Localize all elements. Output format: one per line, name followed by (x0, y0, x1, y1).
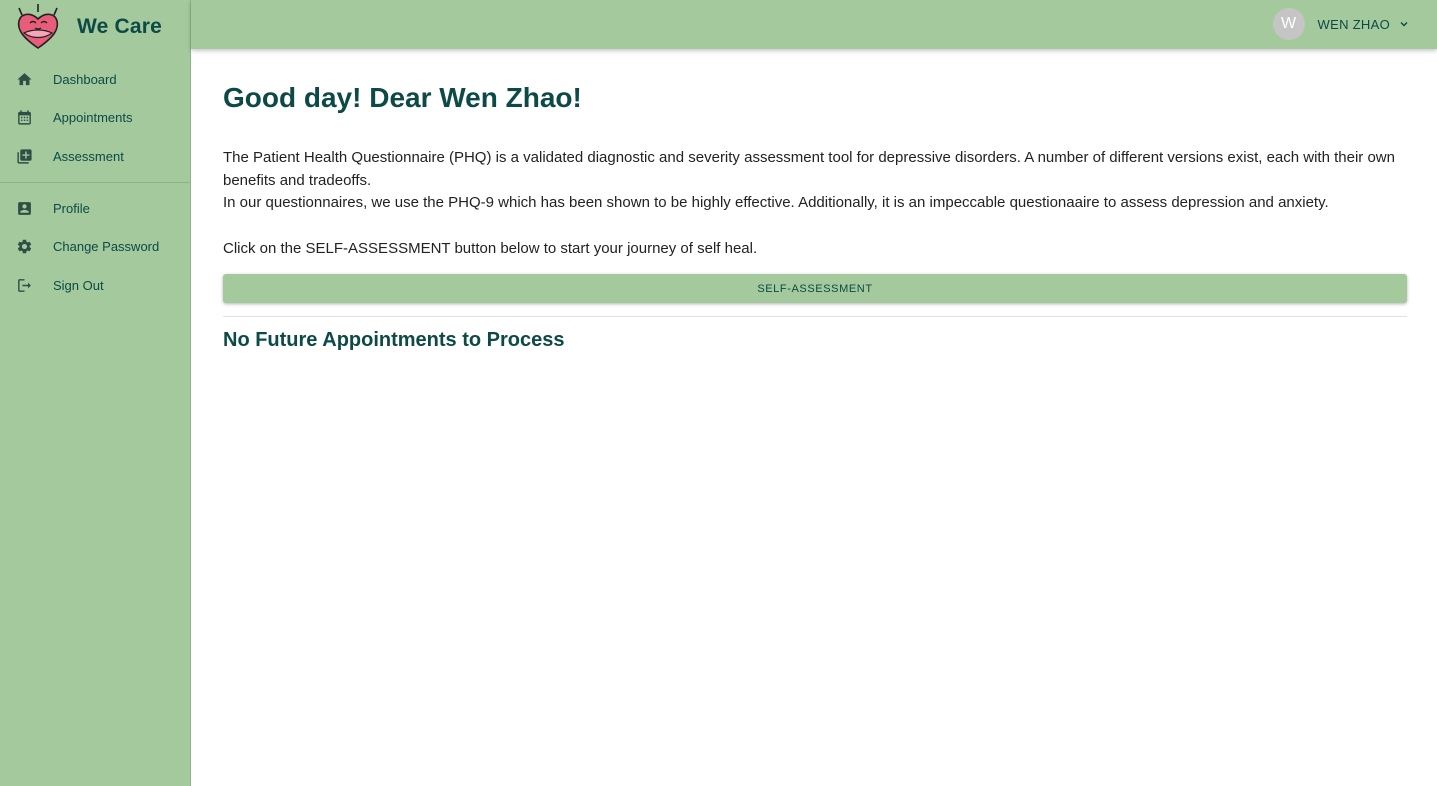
sidebar-item-assessment[interactable]: Assessment (0, 137, 190, 175)
self-assessment-button[interactable]: SELF-ASSESSMENT (223, 274, 1407, 303)
user-menu-button[interactable]: W WEN ZHAO (1272, 8, 1409, 40)
sidebar-divider (0, 182, 190, 183)
sidebar-item-label: Appointments (53, 109, 133, 125)
user-name[interactable]: WEN ZHAO (1318, 17, 1390, 32)
sidebar-item-change-password[interactable]: Change Password (0, 227, 190, 265)
appointments-status: No Future Appointments to Process (223, 329, 565, 351)
sidebar-item-sign-out[interactable]: Sign Out (0, 266, 190, 304)
sidebar: We Care Dashboard Appointments Assessmen… (0, 0, 191, 786)
phq-description: The Patient Health Questionnaire (PHQ) i… (223, 149, 1395, 189)
sidebar-item-label: Dashboard (53, 71, 117, 87)
avatar[interactable]: W (1272, 8, 1305, 40)
sidebar-item-profile[interactable]: Profile (0, 189, 190, 227)
heart-mascot-icon (17, 4, 59, 49)
phq9-description: In our questionnaires, we use the PHQ-9 … (223, 194, 1329, 211)
home-icon (17, 73, 32, 86)
account-box-icon (18, 202, 31, 215)
logout-icon (18, 279, 31, 292)
sidebar-item-label: Sign Out (53, 277, 104, 293)
sidebar-item-label: Change Password (53, 238, 160, 254)
sidebar-item-label: Profile (53, 200, 90, 216)
calendar-icon (18, 110, 31, 125)
sidebar-item-label: Assessment (53, 148, 124, 164)
content-divider (223, 316, 1407, 317)
gear-icon (17, 239, 32, 254)
chevron-down-icon[interactable] (1399, 19, 1409, 29)
sidebar-item-dashboard[interactable]: Dashboard (0, 60, 190, 98)
sidebar-item-appointments[interactable]: Appointments (0, 98, 190, 136)
brand-name: We Care (77, 15, 163, 38)
self-assessment-instruction: Click on the SELF-ASSESSMENT button belo… (223, 240, 758, 257)
book-icon (17, 149, 32, 164)
top-app-bar: W WEN ZHAO (191, 0, 1437, 49)
brand[interactable]: We Care (14, 2, 162, 52)
page-title: Good day! Dear Wen Zhao! (223, 82, 582, 113)
